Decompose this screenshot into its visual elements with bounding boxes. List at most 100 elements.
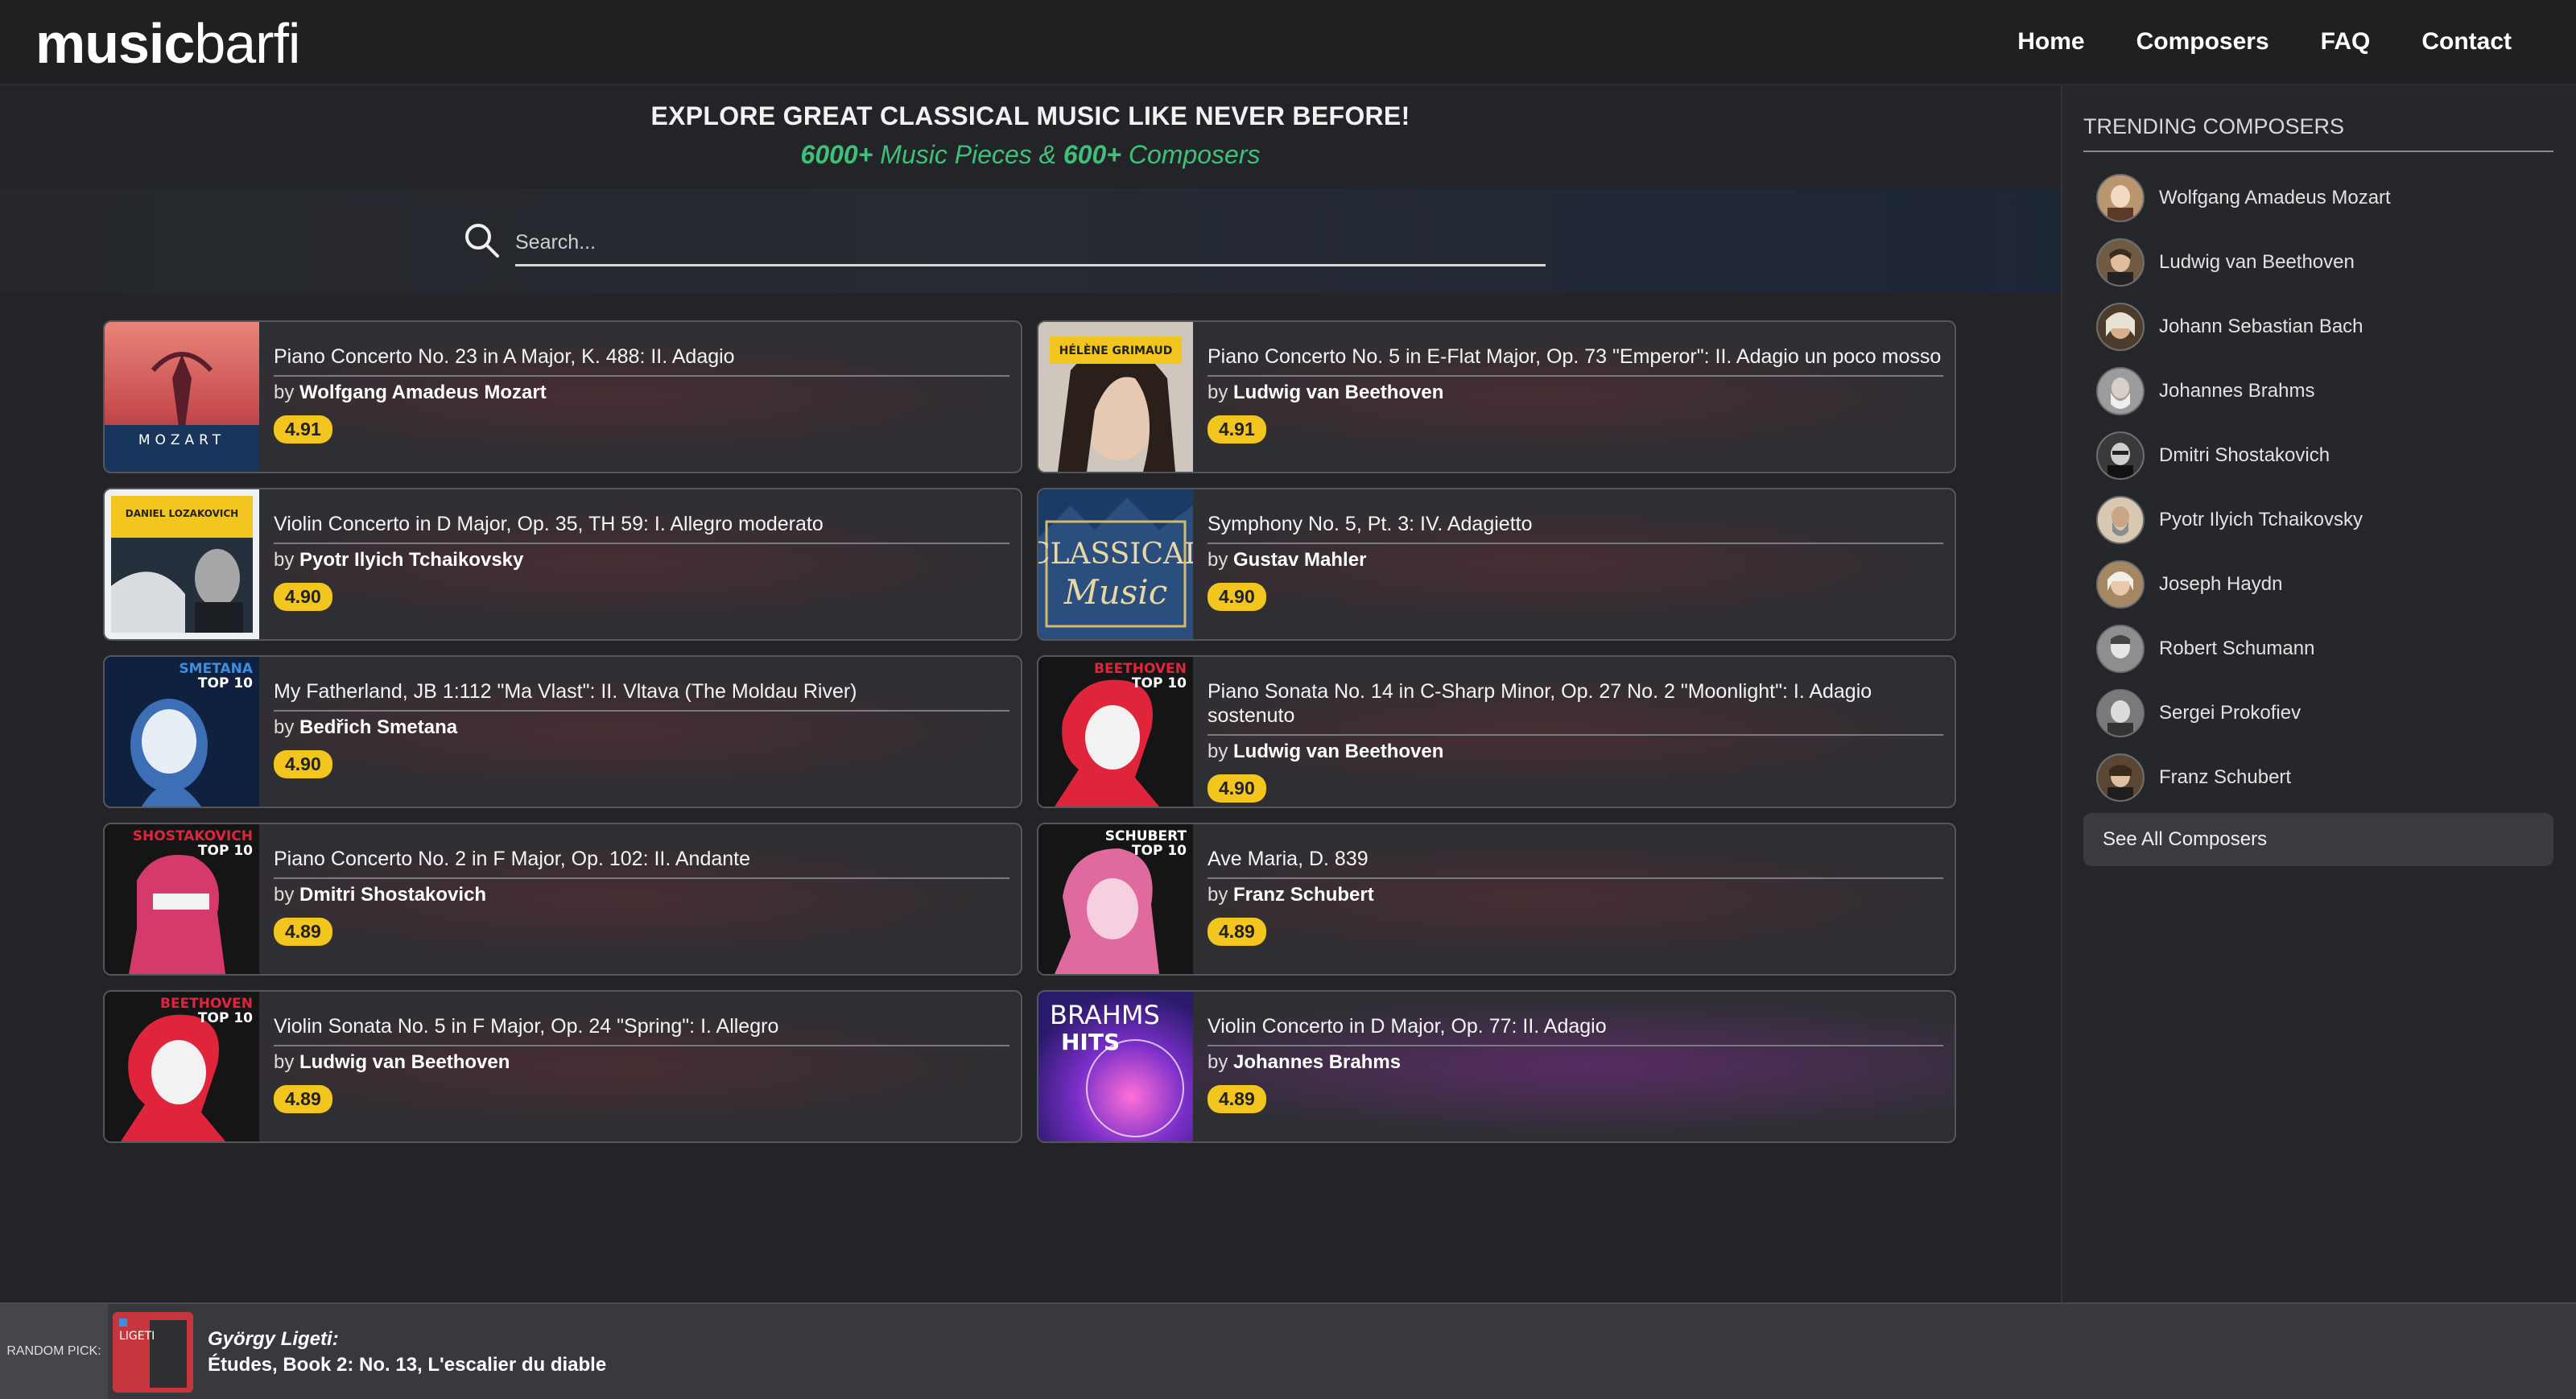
thumb-caption: MOZART [138, 432, 225, 448]
composer-item[interactable]: Franz Schubert [2083, 745, 2553, 810]
composer-name: Franz Schubert [2159, 766, 2292, 788]
see-all-composers-button[interactable]: See All Composers [2083, 813, 2553, 866]
composer-avatar [2096, 303, 2145, 351]
piece-card[interactable]: BEETHOVEN TOP 10 Violin Sonata No. 5 in … [103, 990, 1022, 1143]
thumb-caption: LIGETI [119, 1330, 155, 1343]
piece-title: Piano Concerto No. 23 in A Major, K. 488… [274, 345, 1009, 377]
thumb-caption: SCHUBERT [1105, 828, 1187, 844]
rating-badge: 4.89 [274, 1085, 332, 1113]
album-thumbnail: HÉLÈNE GRIMAUD [1038, 322, 1193, 472]
composer-name: Sergei Prokofiev [2159, 702, 2301, 724]
thumb-caption: CLASSICAL [1038, 538, 1193, 571]
random-pick-thumbnail[interactable]: LIGETI [113, 1312, 193, 1393]
nav-faq[interactable]: FAQ [2321, 28, 2371, 56]
rating-badge: 4.90 [1208, 583, 1266, 611]
thumb-caption-2: TOP 10 [198, 843, 253, 859]
thumb-caption: BEETHOVEN [160, 996, 253, 1012]
piece-composer: by Gustav Mahler [1208, 549, 1367, 571]
thumb-caption: BEETHOVEN [1094, 661, 1187, 677]
piece-title: Violin Concerto in D Major, Op. 77: II. … [1208, 1014, 1943, 1046]
thumb-caption-2: TOP 10 [1132, 675, 1187, 691]
thumb-caption-2: TOP 10 [198, 675, 253, 691]
album-thumbnail: BEETHOVEN TOP 10 [1038, 657, 1193, 807]
rating-badge: 4.91 [274, 415, 332, 444]
composer-avatar [2096, 431, 2145, 480]
piece-card[interactable]: MOZART Piano Concerto No. 23 in A Major,… [103, 320, 1022, 473]
composer-avatar [2096, 689, 2145, 737]
piece-title: My Fatherland, JB 1:112 "Ma Vlast": II. … [274, 679, 1009, 712]
composer-item[interactable]: Dmitri Shostakovich [2083, 423, 2553, 488]
thumb-caption-2: TOP 10 [198, 1010, 253, 1026]
piece-composer: by Bedřich Smetana [274, 716, 458, 738]
piece-card[interactable]: SCHUBERT TOP 10 Ave Maria, D. 839 by Fra… [1037, 823, 1956, 976]
piece-card[interactable]: SMETANA TOP 10 My Fatherland, JB 1:112 "… [103, 655, 1022, 808]
thumb-caption: HÉLÈNE GRIMAUD [1059, 344, 1173, 357]
thumb-caption-2: HITS [1061, 1029, 1120, 1055]
album-thumbnail: SHOSTAKOVICH TOP 10 [105, 824, 259, 974]
composer-item[interactable]: Wolfgang Amadeus Mozart [2083, 166, 2553, 230]
search-icon[interactable] [462, 221, 501, 259]
rating-badge: 4.90 [274, 750, 332, 778]
rating-badge: 4.89 [1208, 918, 1266, 946]
piece-composer: by Ludwig van Beethoven [1208, 382, 1444, 403]
album-thumbnail: DANIEL LOZAKOVICH [105, 489, 259, 639]
rating-badge: 4.89 [1208, 1085, 1266, 1113]
piece-composer: by Ludwig van Beethoven [1208, 741, 1444, 762]
piece-title: Piano Concerto No. 5 in E-Flat Major, Op… [1208, 345, 1943, 377]
piece-card[interactable]: SHOSTAKOVICH TOP 10 Piano Concerto No. 2… [103, 823, 1022, 976]
composer-item[interactable]: Johannes Brahms [2083, 359, 2553, 423]
composer-item[interactable]: Ludwig van Beethoven [2083, 230, 2553, 295]
hero-subtitle: 6000+ Music Pieces & 600+ Composers [800, 140, 1261, 169]
composer-avatar [2096, 753, 2145, 802]
search-bar [0, 188, 2061, 293]
piece-card[interactable]: BEETHOVEN TOP 10 Piano Sonata No. 14 in … [1037, 655, 1956, 808]
piece-card[interactable]: CLASSICAL Music Symphony No. 5, Pt. 3: I… [1037, 488, 1956, 641]
piece-composer: by Pyotr Ilyich Tchaikovsky [274, 549, 524, 571]
piece-composer: by Franz Schubert [1208, 884, 1374, 906]
nav-contact[interactable]: Contact [2421, 28, 2512, 56]
piece-title: Ave Maria, D. 839 [1208, 847, 1943, 879]
rating-badge: 4.91 [1208, 415, 1266, 444]
random-pick-piece[interactable]: Études, Book 2: No. 13, L'escalier du di… [208, 1354, 606, 1376]
composer-name: Johannes Brahms [2159, 380, 2315, 402]
album-thumbnail: SCHUBERT TOP 10 [1038, 824, 1193, 974]
thumb-caption-2: TOP 10 [1132, 843, 1187, 859]
random-pick-label: RANDOM PICK: [0, 1304, 108, 1399]
piece-card[interactable]: DANIEL LOZAKOVICH Violin Concerto in D M… [103, 488, 1022, 641]
album-thumbnail: BEETHOVEN TOP 10 [105, 992, 259, 1141]
random-pick-bar: RANDOM PICK: LIGETI György Ligeti: Étude… [0, 1302, 2576, 1399]
composer-avatar [2096, 174, 2145, 222]
hero-title: EXPLORE GREAT CLASSICAL MUSIC LIKE NEVER… [650, 101, 1410, 130]
thumb-caption: BRAHMS [1050, 1000, 1160, 1030]
composer-name: Joseph Haydn [2159, 573, 2283, 595]
piece-composer: by Ludwig van Beethoven [274, 1051, 510, 1073]
piece-card[interactable]: BRAHMS HITS Violin Concerto in D Major, … [1037, 990, 1956, 1143]
composer-item[interactable]: Joseph Haydn [2083, 552, 2553, 617]
rating-badge: 4.89 [274, 918, 332, 946]
composer-avatar [2096, 238, 2145, 287]
sidebar-title: TRENDING COMPOSERS [2083, 114, 2553, 152]
nav-home[interactable]: Home [2017, 28, 2084, 56]
composer-item[interactable]: Johann Sebastian Bach [2083, 295, 2553, 359]
composer-item[interactable]: Pyotr Ilyich Tchaikovsky [2083, 488, 2553, 552]
rating-badge: 4.90 [274, 583, 332, 611]
search-input[interactable] [515, 221, 1546, 266]
random-pick-composer[interactable]: György Ligeti: [208, 1328, 339, 1351]
top-navbar: musicbarfi Home Composers FAQ Contact [0, 0, 2576, 85]
piece-title: Violin Concerto in D Major, Op. 35, TH 5… [274, 512, 1009, 544]
album-thumbnail: BRAHMS HITS [1038, 992, 1193, 1141]
album-thumbnail: SMETANA TOP 10 [105, 657, 259, 807]
composer-name: Pyotr Ilyich Tchaikovsky [2159, 509, 2363, 530]
rating-badge: 4.90 [1208, 774, 1266, 803]
nav-composers[interactable]: Composers [2136, 28, 2269, 56]
piece-composer: by Wolfgang Amadeus Mozart [274, 382, 547, 403]
composer-avatar [2096, 625, 2145, 673]
album-thumbnail: CLASSICAL Music [1038, 489, 1193, 639]
composer-item[interactable]: Sergei Prokofiev [2083, 681, 2553, 745]
composer-name: Dmitri Shostakovich [2159, 444, 2330, 466]
piece-card[interactable]: HÉLÈNE GRIMAUD Piano Concerto No. 5 in E… [1037, 320, 1956, 473]
site-logo[interactable]: musicbarfi [35, 11, 300, 76]
composer-item[interactable]: Robert Schumann [2083, 617, 2553, 681]
composer-name: Robert Schumann [2159, 638, 2315, 659]
composer-avatar [2096, 496, 2145, 544]
